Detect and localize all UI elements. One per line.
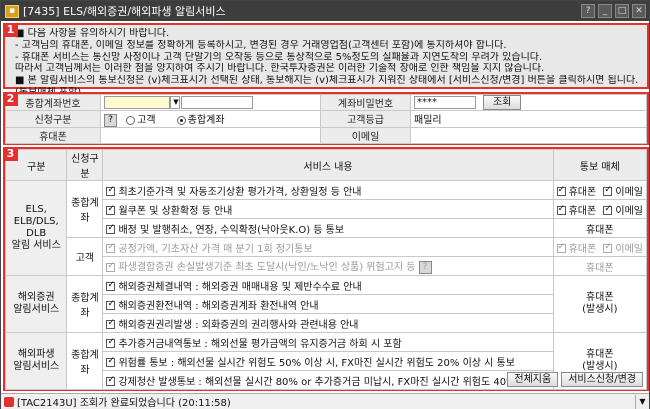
status-dropdown-icon[interactable]: ▼	[635, 394, 649, 409]
type-help-button[interactable]: ?	[104, 113, 117, 127]
service-text: 해외증권환전내역 : 해외증권계좌 환전내역 안내	[118, 300, 319, 312]
password-label: 계좌비밀번호	[320, 94, 411, 111]
customer-radio-label: 고객	[137, 115, 156, 126]
subtype-cell: 종합계좌	[66, 180, 104, 238]
status-icon	[4, 396, 14, 407]
service-checkbox[interactable]	[106, 204, 116, 215]
email-checkbox[interactable]	[603, 185, 613, 196]
notice-section: 1 ■ 다음 사항을 유의하시기 바랍니다. - 고객님의 휴대폰, 이메일 정…	[3, 23, 649, 98]
account-dropdown-icon[interactable]: ▼	[170, 96, 180, 109]
subtype-cell: 종합계좌	[66, 332, 104, 390]
minimize-button[interactable]: _	[598, 4, 612, 18]
apply-service-button[interactable]: 서비스신청/변경	[561, 372, 643, 387]
email-label: 이메일	[320, 126, 411, 144]
window-title: [7435] ELS/해외증권/해외파생 알림서비스	[23, 5, 226, 18]
email-value	[410, 126, 647, 144]
service-checkbox[interactable]	[106, 318, 116, 329]
service-table: 구분 신청구분 서비스 내용 통보 매체 ELS, ELB/DLS, DLB 알…	[4, 149, 648, 390]
status-message: [TAC2143U] 조회가 완료되었습니다 (20:11:58)	[17, 398, 231, 409]
service-checkbox[interactable]	[106, 223, 116, 234]
email-checkbox-label: 이메일	[615, 186, 643, 198]
help-button[interactable]: ?	[581, 4, 595, 18]
service-text: 최초기준가격 및 자동조기상환 평가가격, 상환일정 등 안내	[118, 186, 362, 198]
service-text: 위험률 통보 : 해외선물 실시간 위험도 50% 이상 시, FX마진 실시간…	[118, 357, 515, 369]
window: ▪ [7435] ELS/해외증권/해외파생 알림서비스 ? _ □ ✕ 1 ■…	[0, 0, 650, 409]
type-label: 신청구분	[34, 115, 72, 127]
header-service: 서비스 내용	[102, 149, 554, 181]
group-overseas-securities: 해외증권 알림서비스	[4, 275, 68, 333]
service-table-section: 3 구분 신청구분 서비스 내용 통보 매체 ELS, ELB/DLS, DLB…	[3, 147, 649, 391]
section-badge-1: 1	[3, 23, 18, 37]
account-radio[interactable]	[176, 115, 186, 125]
service-text: 강제청산 발생통보 : 해외선물 실시간 80% or 추가증거금 미납시, F…	[118, 376, 550, 388]
service-checkbox[interactable]	[106, 299, 116, 310]
grade-label: 고객등급	[320, 110, 411, 128]
header-type: 신청구분	[66, 149, 104, 181]
phone-checkbox[interactable]	[556, 242, 566, 253]
notice-line: - 고객님의 휴대폰, 이메일 정보를 정확하게 등록하시고, 변경된 경우 거…	[15, 39, 507, 51]
phone-checkbox[interactable]	[556, 204, 566, 215]
service-text: 추가증거금내역통보 : 해외선물 평가금액의 유지증거금 하회 시 포함	[118, 338, 402, 350]
phone-label: 휴대폰	[5, 126, 101, 144]
customer-radio[interactable]	[126, 115, 136, 125]
reset-all-button[interactable]: 전체지움	[507, 372, 559, 387]
service-text: 배정 및 발행취소, 연장, 수익확정(낙아웃K.O) 등 통보	[118, 224, 345, 236]
grade-value: 패밀리	[410, 110, 647, 128]
subtype-cell: 고객	[66, 237, 104, 276]
service-text: 해외증권체결내역 : 해외증권 매매내용 및 제반수수료 안내	[118, 281, 362, 293]
email-checkbox-label: 이메일	[615, 205, 643, 217]
account-name-field	[181, 96, 253, 109]
phone-value	[100, 126, 321, 144]
group-els: ELS, ELB/DLS, DLB 알림 서비스	[4, 180, 68, 276]
password-input[interactable]: ****	[414, 96, 476, 109]
media-text: 휴대폰	[552, 218, 648, 238]
service-checkbox[interactable]	[106, 356, 116, 367]
service-text: 월쿠폰 및 상환확정 등 안내	[118, 205, 233, 217]
app-icon: ▪	[5, 4, 19, 18]
phone-checkbox-label: 휴대폰	[568, 205, 597, 217]
phone-checkbox-label: 휴대폰	[568, 186, 597, 198]
account-number-input[interactable]	[104, 96, 170, 109]
close-button[interactable]: ✕	[632, 4, 646, 18]
notice-line: 따라서 고객님께서는 이러한 점을 양지하여 주시기 바랍니다. 한국투자증권은…	[15, 63, 545, 75]
status-bar: [TAC2143U] 조회가 완료되었습니다 (20:11:58) ▼	[1, 393, 649, 409]
search-button[interactable]: 조회	[483, 95, 522, 110]
email-checkbox[interactable]	[603, 242, 613, 253]
service-text: 공정가액, 기초자산 가격 매 분기 1회 정기통보	[118, 243, 313, 255]
subtype-cell: 종합계좌	[66, 275, 104, 333]
service-text: 해외증권권리발생 : 외화증권의 권리행사와 관련내용 안내	[118, 319, 359, 331]
maximize-button[interactable]: □	[615, 4, 629, 18]
group-overseas-derivatives: 해외파생 알림서비스	[4, 332, 68, 390]
title-bar: ▪ [7435] ELS/해외증권/해외파생 알림서비스 ? _ □ ✕	[1, 1, 649, 21]
service-checkbox[interactable]	[106, 375, 116, 386]
service-checkbox[interactable]	[106, 280, 116, 291]
account-label: 종합계좌번호	[5, 94, 101, 111]
account-form-section: 2 종합계좌번호 ▼ 계좌비밀번호 **** 조회 신청구분 ? 고객 종합계좌…	[3, 92, 649, 145]
service-checkbox[interactable]	[106, 242, 116, 253]
email-checkbox[interactable]	[603, 204, 613, 215]
risk-help-button[interactable]: ?	[418, 260, 432, 274]
type-label-cell: 신청구분	[5, 110, 101, 128]
media-group-securities: 휴대폰 (발생시)	[552, 275, 648, 333]
section-badge-3: 3	[3, 147, 18, 161]
header-media: 통보 매체	[552, 149, 648, 181]
account-radio-label: 종합계좌	[187, 115, 225, 126]
phone-checkbox-label: 휴대폰	[568, 243, 597, 255]
service-checkbox[interactable]	[106, 261, 116, 272]
notice-line: - 휴대폰 서비스는 통신망 사정이나 고객 단말기의 오작동 등으로 통상적으…	[15, 51, 543, 63]
service-checkbox[interactable]	[106, 185, 116, 196]
phone-checkbox[interactable]	[556, 185, 566, 196]
service-text: 파생결합증권 손실발생기준 최초 도달시(낙인/노낙인 상품) 위험고지 등	[118, 262, 416, 274]
notice-line: ■ 다음 사항을 유의하시기 바랍니다.	[15, 28, 170, 39]
service-checkbox[interactable]	[106, 337, 116, 348]
email-checkbox-label: 이메일	[615, 243, 643, 255]
media-text: 휴대폰	[552, 256, 648, 276]
notice-line: ■ 본 알림서비스의 통보신청은 (v)체크표시가 선택된 상태, 통보해지는 …	[15, 75, 639, 87]
section-badge-2: 2	[3, 92, 18, 106]
